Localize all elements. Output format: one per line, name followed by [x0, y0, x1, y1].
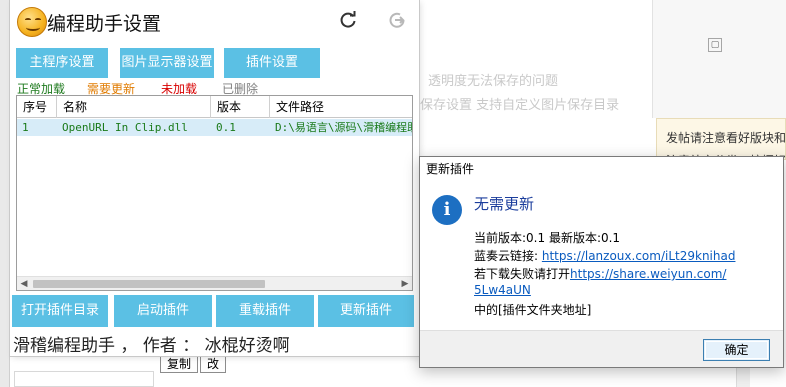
smiley-logo-icon — [17, 7, 47, 37]
lanzou-line: 蓝奏云链接: https://lanzoux.com/iLt29knihad — [474, 247, 735, 264]
horizontal-scrollbar[interactable]: ◀ ▶ — [17, 276, 412, 290]
row-path: D:\易语言\源码\滑稽编程助 — [275, 121, 412, 134]
version-info: 当前版本:0.1 最新版本:0.1 — [474, 231, 621, 245]
fail-prefix: 若下载失败请打开 — [474, 267, 571, 281]
tab-plugin-settings[interactable]: 插件设置 — [224, 48, 320, 78]
column-header-version[interactable]: 版本 — [211, 96, 270, 118]
refresh-icon[interactable] — [337, 9, 359, 31]
fail-line: 若下载失败请打开https://share.weiyun.com/ — [474, 265, 726, 282]
open-plugin-folder-button[interactable]: 打开插件目录 — [12, 295, 108, 327]
weiyun-link-line: 5Lw4aUN — [474, 283, 531, 297]
author-credit: 滑稽编程助手 ， 作者 ： 冰棍好烫啊 — [13, 336, 290, 356]
scroll-left-icon[interactable]: ◀ — [17, 277, 31, 291]
column-header-path[interactable]: 文件路径 — [270, 96, 412, 118]
edit-button[interactable]: 改 — [200, 355, 227, 373]
row-version: 0.1 — [216, 121, 236, 134]
copy-button[interactable]: 复制 — [160, 355, 199, 373]
scroll-thumb[interactable] — [33, 280, 265, 288]
plugin-table: 序号 名称 版本 文件路径 1 OpenURL In Clip.dll 0.1 … — [16, 95, 413, 291]
row-index: 1 — [22, 121, 29, 134]
background-right-column — [652, 0, 786, 118]
background-input[interactable] — [14, 371, 154, 387]
settings-window: 编程助手设置 主程序设置 图片显示器设置 插件设置 正常加载 需要更新 未加载 … — [10, 0, 419, 356]
lanzou-label: 蓝奏云链接: — [474, 249, 542, 263]
weiyun-link-continued[interactable]: 5Lw4aUN — [474, 283, 531, 297]
column-header-index[interactable]: 序号 — [17, 96, 57, 118]
update-plugin-button[interactable]: 更新插件 — [318, 295, 414, 327]
hint-text: 发帖请注意看好版块和 — [666, 131, 786, 145]
dialog-footer: 确定 — [420, 330, 783, 367]
table-header: 序号 名称 版本 文件路径 — [17, 96, 412, 118]
table-row[interactable]: 1 OpenURL In Clip.dll 0.1 D:\易语言\源码\滑稽编程… — [17, 119, 412, 136]
tab-main-settings[interactable]: 主程序设置 — [16, 48, 108, 78]
title-bar: 编程助手设置 — [10, 0, 419, 44]
row-name: OpenURL In Clip.dll — [62, 121, 188, 134]
dialog-headline: 无需更新 — [474, 195, 535, 213]
info-icon: i — [432, 195, 462, 225]
forward-icon[interactable] — [386, 9, 408, 31]
dialog-body: i 无需更新 当前版本:0.1 最新版本:0.1 蓝奏云链接: https://… — [420, 179, 783, 330]
post-hint-box: 发帖请注意看好版块和 注意处之分类，挖掘好 — [656, 118, 786, 160]
reload-plugin-button[interactable]: 重载插件 — [216, 295, 314, 327]
address-note: 中的[插件文件夹地址] — [474, 303, 592, 317]
ok-button[interactable]: 确定 — [703, 339, 770, 361]
window-title: 编程助手设置 — [47, 13, 162, 35]
column-header-name[interactable]: 名称 — [57, 96, 211, 118]
background-text: 保存设置 支持自定义图片保存目录 — [420, 98, 620, 113]
dialog-title: 更新插件 — [426, 162, 475, 176]
background-left-strip — [0, 0, 10, 387]
start-plugin-button[interactable]: 启动插件 — [114, 295, 212, 327]
background-text: 透明度无法保存的问题 — [428, 74, 559, 89]
weiyun-link[interactable]: https://share.weiyun.com/ — [570, 267, 726, 281]
scroll-right-icon[interactable]: ▶ — [398, 277, 412, 291]
lanzou-link[interactable]: https://lanzoux.com/iLt29knihad — [542, 249, 736, 263]
update-plugin-dialog: 更新插件 i 无需更新 当前版本:0.1 最新版本:0.1 蓝奏云链接: htt… — [419, 156, 784, 368]
expand-icon[interactable]: ▢ — [708, 38, 722, 52]
tab-image-viewer-settings[interactable]: 图片显示器设置 — [120, 48, 214, 78]
